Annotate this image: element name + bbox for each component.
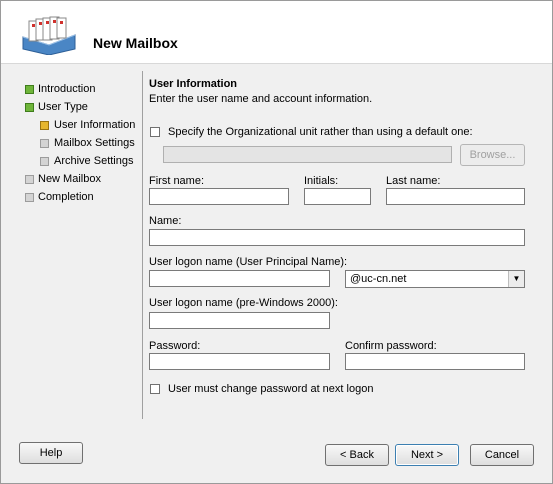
nav-divider — [142, 71, 143, 419]
new-mailbox-wizard: New Mailbox Introduction User Type User … — [0, 0, 553, 484]
step-pending-icon — [25, 193, 34, 202]
upn-field[interactable] — [149, 270, 330, 287]
mailbox-icon — [19, 15, 79, 56]
initials-field[interactable] — [304, 188, 371, 205]
pre2000-field[interactable] — [149, 312, 330, 329]
ou-checkbox[interactable] — [150, 127, 160, 137]
next-button[interactable]: Next > — [395, 444, 459, 466]
nav-item-label: Mailbox Settings — [54, 137, 135, 149]
chevron-down-icon[interactable]: ▼ — [508, 271, 524, 287]
wizard-header: New Mailbox — [1, 1, 552, 64]
step-pending-icon — [40, 139, 49, 148]
nav-item-label: Archive Settings — [54, 155, 134, 167]
step-complete-icon — [25, 85, 34, 94]
nav-item-label: Introduction — [38, 83, 96, 95]
name-label: Name: — [149, 215, 182, 227]
upn-label: User logon name (User Principal Name): — [149, 256, 348, 268]
back-button[interactable]: < Back — [325, 444, 389, 466]
nav-item-label: New Mailbox — [38, 173, 101, 185]
first-name-field[interactable] — [149, 188, 289, 205]
confirm-password-label: Confirm password: — [345, 340, 437, 352]
password-field[interactable] — [149, 353, 330, 370]
cancel-button[interactable]: Cancel — [470, 444, 534, 466]
wizard-title: New Mailbox — [93, 35, 178, 51]
initials-label: Initials: — [304, 175, 339, 187]
nav-item-label: User Type — [38, 101, 88, 113]
pre2000-label: User logon name (pre-Windows 2000): — [149, 297, 338, 309]
ou-field — [163, 146, 452, 163]
help-button[interactable]: Help — [19, 442, 83, 464]
domain-select-value: @uc-cn.net — [350, 273, 407, 285]
change-password-label: User must change password at next logon — [168, 383, 374, 395]
first-name-label: First name: — [149, 175, 205, 187]
confirm-password-field[interactable] — [345, 353, 525, 370]
step-current-icon — [40, 121, 49, 130]
name-field[interactable] — [149, 229, 525, 246]
browse-button: Browse... — [460, 144, 525, 166]
ou-checkbox-label: Specify the Organizational unit rather t… — [168, 126, 473, 138]
step-pending-icon — [40, 157, 49, 166]
step-complete-icon — [25, 103, 34, 112]
last-name-label: Last name: — [386, 175, 441, 187]
domain-select[interactable]: @uc-cn.net ▼ — [345, 270, 525, 288]
section-title: User Information — [149, 78, 238, 90]
password-label: Password: — [149, 340, 201, 352]
section-description: Enter the user name and account informat… — [149, 93, 373, 105]
step-pending-icon — [25, 175, 34, 184]
nav-item-label: Completion — [38, 191, 94, 203]
nav-item-label: User Information — [54, 119, 136, 131]
last-name-field[interactable] — [386, 188, 525, 205]
change-password-checkbox[interactable] — [150, 384, 160, 394]
